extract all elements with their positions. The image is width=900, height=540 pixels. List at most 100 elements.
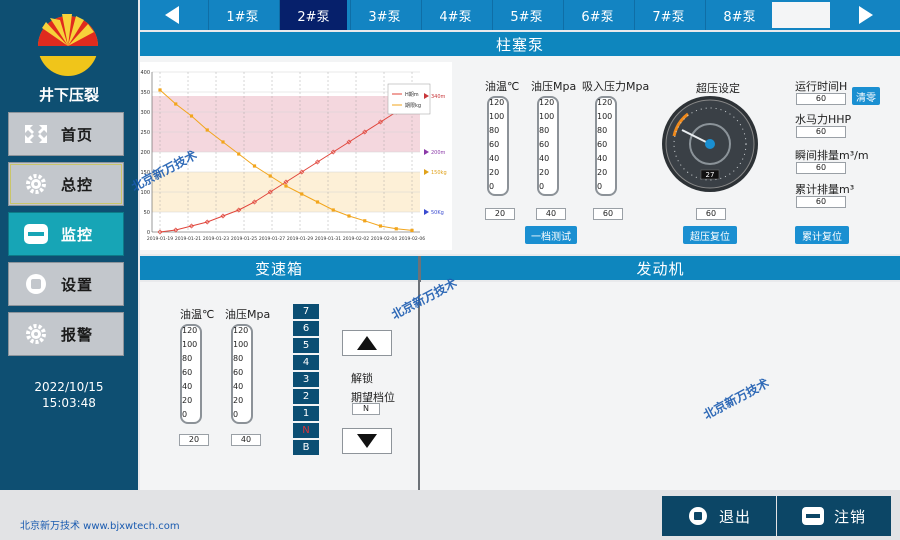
total-flow-label: 累计排量m³ [795, 183, 855, 196]
chart-point [347, 214, 351, 218]
gear-b-button[interactable]: B [293, 440, 319, 455]
tube-tick-label: 60 [489, 140, 500, 149]
nav-settings[interactable]: 设置 [8, 262, 124, 306]
clear-button[interactable]: 清零 [852, 87, 880, 105]
pump-oil-temp-value: 20 [485, 208, 515, 220]
chart-x-tick-label: 2019-02-04 [371, 236, 397, 242]
pump-oil-press-value: 40 [536, 208, 566, 220]
pump-oil-temp-label: 油温℃ [485, 80, 520, 93]
tab-pump-7[interactable]: 7#泵 [634, 0, 702, 30]
chart-x-tick-label: 2019-01-25 [231, 236, 257, 242]
tube-tick-label: 40 [182, 382, 193, 391]
tube-tick-label: 120 [489, 98, 505, 107]
chart-legend-label: H期m [405, 92, 419, 98]
tab-pump-5[interactable]: 5#泵 [492, 0, 560, 30]
chart-y-tick-label: 200 [140, 150, 150, 156]
total-reset-button[interactable]: 累计复位 [795, 226, 849, 244]
runtime-value: 60 [796, 93, 846, 105]
tube-tick-label: 40 [233, 382, 244, 391]
gear-icon [26, 324, 46, 344]
chart-x-tick-label: 2019-01-29 [287, 236, 313, 242]
tube-tick-label: 20 [233, 396, 244, 405]
nav-monitor[interactable]: 监控 [8, 212, 124, 256]
gear-down-button[interactable] [342, 428, 392, 454]
tube-tick-label: 120 [597, 98, 613, 107]
tube-tick-label: 120 [182, 326, 198, 335]
tube-tick-label: 0 [182, 410, 188, 419]
app-title: 井下压裂 [38, 86, 99, 104]
chart-point [158, 88, 162, 92]
chart-y-tick-label: 250 [140, 130, 150, 136]
nav-alarm[interactable]: 报警 [8, 312, 124, 356]
chart-y-tick-label: 50 [144, 210, 150, 216]
chart-y-tick-label: 400 [140, 70, 150, 76]
tube-tick-label: 20 [539, 168, 550, 177]
tube-tick-label: 100 [539, 112, 555, 121]
pump-oil-press-label: 油压Mpa [531, 80, 577, 93]
sidebar: 井下压裂 首页 总控 监控 设置 报警 2022/10/15 15:03:48 [0, 0, 138, 490]
chart-point [378, 224, 383, 228]
tab-pump-6[interactable]: 6#泵 [563, 0, 631, 30]
tab-pump-3[interactable]: 3#泵 [350, 0, 418, 30]
logout-button[interactable]: 注销 [777, 496, 891, 536]
chart-band [152, 96, 420, 152]
gear-up-button[interactable] [342, 330, 392, 356]
pressure-dial: 27 [662, 96, 758, 192]
chart-right-marker [424, 209, 429, 215]
tube-tick-label: 100 [233, 340, 249, 349]
minus-square-icon [801, 507, 824, 525]
gear-4-button[interactable]: 4 [293, 355, 319, 370]
inst-flow-label: 瞬间排量m³/m [795, 149, 869, 162]
gear-1-button[interactable]: 1 [293, 406, 319, 421]
tab-pump-4[interactable]: 4#泵 [421, 0, 489, 30]
tab-pump-1[interactable]: 1#泵 [208, 0, 276, 30]
tube-tick-label: 40 [539, 154, 550, 163]
tube-tick-label: 120 [233, 326, 249, 335]
chart-right-marker [424, 169, 429, 175]
tab-next-button[interactable] [846, 0, 886, 30]
engine-panel-title: 发动机 [421, 256, 900, 280]
gearbox-oil-press-value: 40 [231, 434, 261, 446]
chart-x-tick-label: 2019-01-31 [315, 236, 341, 242]
tab-pump-2[interactable]: 2#泵 [279, 0, 347, 30]
expected-gear-value: N [352, 403, 380, 415]
gear-5-button[interactable]: 5 [293, 338, 319, 353]
chart-right-marker-label: 200m [431, 150, 446, 156]
exit-button[interactable]: 退出 [662, 496, 776, 536]
chart-legend-box [387, 83, 431, 115]
first-gear-test-button[interactable]: 一档测试 [525, 226, 577, 244]
chart-x-tick-label: 2019-02-06 [399, 236, 425, 242]
pump-suction-value: 60 [593, 208, 623, 220]
chart-point [221, 140, 225, 144]
chart-point [410, 228, 414, 232]
datetime: 2022/10/15 15:03:48 [0, 379, 138, 411]
overpressure-reset-button[interactable]: 超压复位 [683, 226, 737, 244]
gear-n-button[interactable]: N [293, 423, 319, 438]
date-text: 2022/10/15 [34, 380, 104, 394]
chart-x-tick-label: 2019-01-19 [147, 236, 173, 242]
chart-y-tick-label: 300 [140, 110, 150, 116]
minus-square-icon [24, 224, 48, 244]
circle-square-icon [26, 274, 46, 294]
overpressure-value: 60 [696, 208, 726, 220]
gear-6-button[interactable]: 6 [293, 321, 319, 336]
tab-pump-8[interactable]: 8#泵 [705, 0, 773, 30]
tube-tick-label: 20 [182, 396, 193, 405]
gear-3-button[interactable]: 3 [293, 372, 319, 387]
tab-prev-button[interactable] [152, 0, 192, 30]
chart-point [174, 102, 178, 106]
chart-point [268, 174, 272, 178]
chart-point [300, 192, 304, 196]
chart-point [205, 128, 209, 132]
pump-tab-bar: 1#泵 2#泵 3#泵 4#泵 5#泵 6#泵 7#泵 8#泵 [140, 0, 900, 30]
chart-right-marker [424, 149, 429, 155]
gear-7-button[interactable]: 7 [293, 304, 319, 319]
tube-tick-label: 60 [233, 368, 244, 377]
gearbox-panel-title: 变速箱 [140, 256, 418, 280]
tube-tick-label: 20 [489, 168, 500, 177]
nav-home[interactable]: 首页 [8, 112, 124, 156]
gear-2-button[interactable]: 2 [293, 389, 319, 404]
tube-tick-label: 80 [489, 126, 500, 135]
nav-master-control[interactable]: 总控 [8, 162, 124, 206]
footer: 北京新万技术 www.bjxwtech.com 退出 注销 [0, 490, 900, 540]
